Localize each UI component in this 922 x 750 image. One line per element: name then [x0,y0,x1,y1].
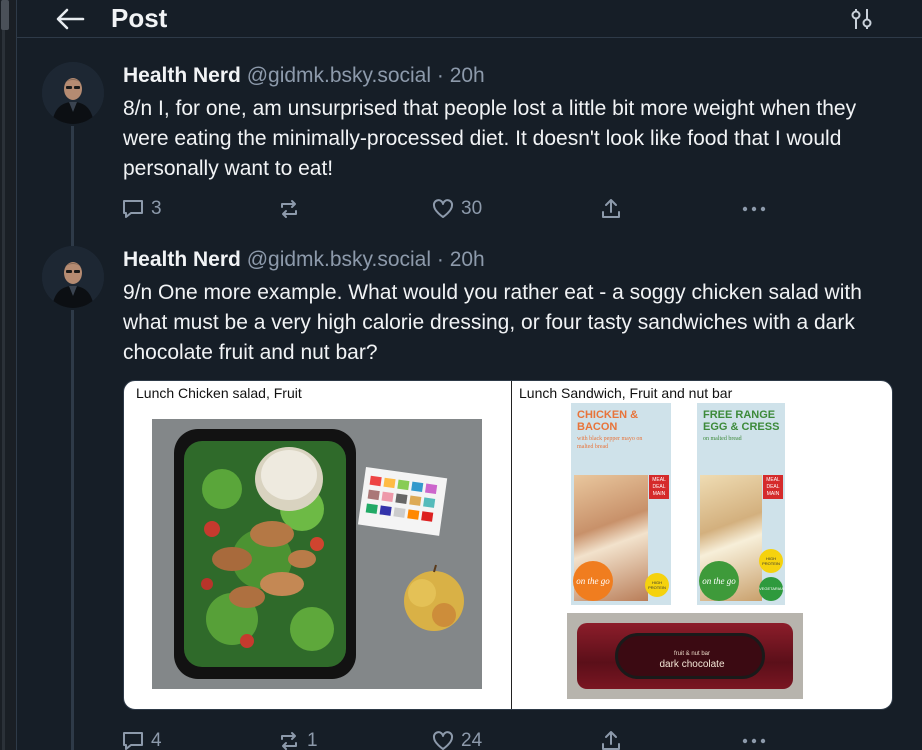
vegetarian-badge: VEGETARIAN [759,577,785,601]
repost-button[interactable] [277,194,307,224]
ellipsis-icon [742,738,766,744]
post-actions: 3 30 [121,194,801,224]
thread-connector [71,236,74,246]
bar-label: dark chocolate [659,659,725,670]
protein-badge: HIGH PROTEIN [759,549,783,573]
repost-icon [281,200,297,218]
reply-button[interactable]: 4 [121,726,162,750]
sandwich-name: FREE RANGE EGG & CRESS [703,409,780,433]
avatar[interactable] [42,62,104,124]
image-caption-left: Lunch Chicken salad, Fruit [136,385,302,401]
reply-count: 4 [151,730,162,750]
sandwich-name: CHICKEN & BACON [577,409,639,433]
repost-button[interactable]: 1 [277,726,318,750]
share-button[interactable] [599,194,623,224]
thread-connector [71,126,74,236]
author-name[interactable]: Health Nerd [123,64,241,87]
post-author-line: Health Nerd @gidmk.bsky.social · 20h [123,248,485,272]
reply-count: 3 [151,198,162,219]
post-item[interactable]: Health Nerd @gidmk.bsky.social · 20h 9/n… [17,236,922,750]
window-edge [0,0,16,750]
more-options-button[interactable] [741,726,767,750]
repost-icon [281,732,297,750]
heart-icon [432,199,454,218]
post-timestamp[interactable]: · 20h [437,64,485,87]
chocolate-bar-photo: fruit & nut bar dark chocolate [567,613,803,699]
meal-deal-tag: MEAL DEAL MAIN [763,475,783,499]
sandwich-description: on malted bread [703,436,742,442]
image-caption-right: Lunch Sandwich, Fruit and nut bar [519,385,733,401]
post-image[interactable]: Lunch Chicken salad, Fruit Lunch Sandwic… [123,380,893,710]
heart-icon [432,731,454,750]
like-count: 24 [461,730,483,750]
protein-badge: HIGH PROTEIN [645,573,669,597]
thread-settings-button[interactable] [845,4,879,34]
avatar[interactable] [42,246,104,308]
post-text: 9/n One more example. What would you rat… [123,281,862,364]
like-button[interactable]: 30 [431,194,482,224]
post-timestamp[interactable]: · 20h [437,248,485,271]
meal-deal-tag: MEAL DEAL MAIN [649,475,669,499]
thread-connector [71,310,74,750]
like-button[interactable]: 24 [431,726,482,750]
back-button[interactable] [53,4,87,34]
author-handle[interactable]: @gidmk.bsky.social [247,64,431,87]
share-icon [602,199,620,218]
sandwich-description: with black pepper mayo on malted bread [577,436,643,450]
scrollbar-thumb[interactable] [1,0,9,30]
reply-icon [123,732,143,750]
sliders-icon [851,9,872,29]
author-name[interactable]: Health Nerd [123,248,241,271]
scroll-rail [2,0,5,750]
sandwich-pack-egg-cress: FREE RANGE EGG & CRESS on malted bread M… [697,403,785,605]
repost-count: 1 [307,730,318,750]
brand-logo: on the go [573,561,613,601]
post-author-line: Health Nerd @gidmk.bsky.social · 20h [123,64,485,88]
chicken-salad-photo [152,419,482,689]
reply-button[interactable]: 3 [121,194,162,224]
sandwich-pack-chicken-bacon: CHICKEN & BACON with black pepper mayo o… [571,403,671,605]
share-icon [602,731,620,750]
page-header: Post [17,0,922,38]
more-options-button[interactable] [741,194,767,224]
post-actions: 4 1 24 [121,726,801,750]
ellipsis-icon [742,206,766,212]
brand-logo: on the go [699,561,739,601]
like-count: 30 [461,198,483,219]
bar-subtitle: fruit & nut bar [673,651,711,657]
post-text: 8/n I, for one, am unsurprised that peop… [123,97,857,180]
author-handle[interactable]: @gidmk.bsky.social [247,248,431,271]
post-item[interactable]: Health Nerd @gidmk.bsky.social · 20h 8/n… [17,52,922,236]
reply-icon [123,200,143,218]
post-thread-panel: Post Health Nerd @gidmk.bsky.social · 20… [16,0,922,750]
share-button[interactable] [599,726,623,750]
arrow-left-icon [56,8,85,30]
image-divider [511,381,512,709]
page-title: Post [111,3,168,33]
